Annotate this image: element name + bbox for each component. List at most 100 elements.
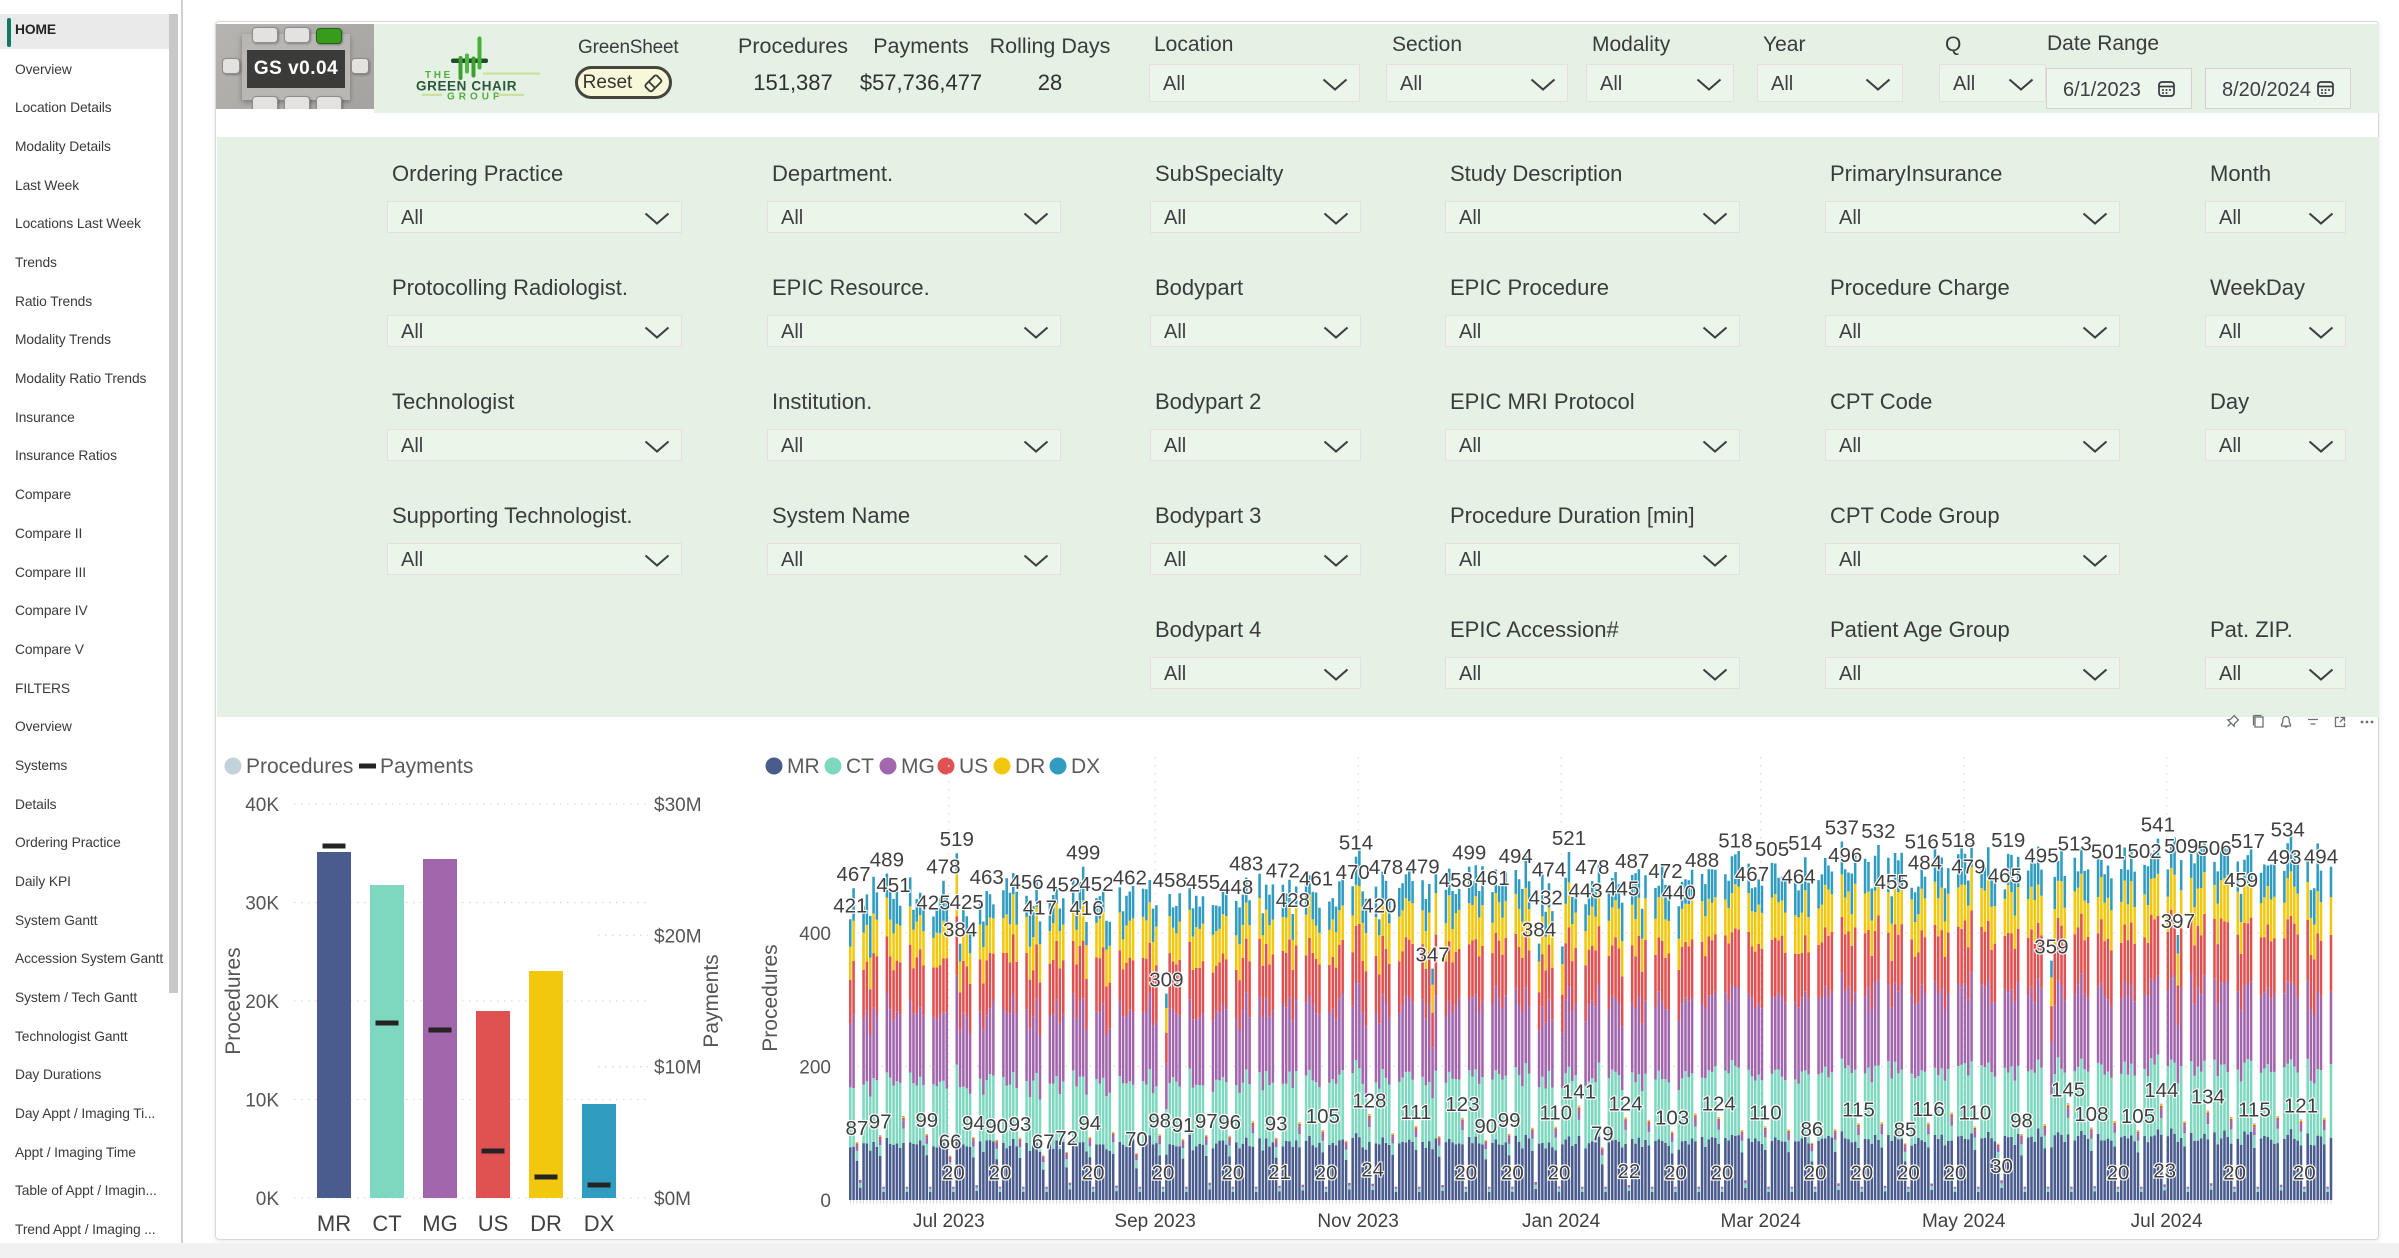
svg-text:20: 20 <box>1082 1162 1105 1185</box>
svg-text:DR: DR <box>1015 755 1045 778</box>
svg-text:20: 20 <box>1944 1162 1967 1185</box>
svg-text:20: 20 <box>1711 1162 1734 1185</box>
svg-text:110: 110 <box>1539 1102 1572 1125</box>
svg-text:347: 347 <box>1415 944 1449 967</box>
svg-text:397: 397 <box>2161 910 2195 933</box>
svg-text:462: 462 <box>1113 867 1147 890</box>
svg-text:400: 400 <box>799 924 831 945</box>
svg-text:516: 516 <box>1905 831 1939 854</box>
svg-text:22: 22 <box>1617 1160 1640 1183</box>
svg-text:519: 519 <box>1991 829 2025 852</box>
svg-text:474: 474 <box>1532 858 1566 881</box>
svg-text:99: 99 <box>1498 1109 1521 1132</box>
svg-text:458: 458 <box>1153 869 1187 892</box>
svg-text:134: 134 <box>2191 1086 2225 1109</box>
svg-text:464: 464 <box>1781 865 1815 888</box>
svg-text:534: 534 <box>2271 818 2305 841</box>
svg-text:110: 110 <box>1959 1102 1992 1125</box>
svg-text:479: 479 <box>1951 856 1985 879</box>
svg-text:CT: CT <box>846 755 874 778</box>
svg-text:519: 519 <box>940 828 974 851</box>
svg-text:384: 384 <box>1522 919 1556 942</box>
svg-text:98: 98 <box>1148 1109 1171 1132</box>
svg-text:20: 20 <box>942 1162 965 1185</box>
svg-text:20: 20 <box>1501 1162 1524 1185</box>
svg-text:20: 20 <box>1664 1162 1687 1185</box>
svg-text:425: 425 <box>950 891 984 914</box>
svg-text:200: 200 <box>799 1058 831 1079</box>
svg-text:97: 97 <box>869 1110 892 1133</box>
svg-text:20: 20 <box>1152 1162 1175 1185</box>
svg-text:20: 20 <box>2223 1162 2246 1185</box>
svg-text:518: 518 <box>1718 829 1752 852</box>
svg-text:478: 478 <box>1369 856 1403 879</box>
svg-text:499: 499 <box>1066 842 1100 865</box>
svg-text:20: 20 <box>2293 1162 2316 1185</box>
svg-text:US: US <box>959 755 988 778</box>
svg-text:66: 66 <box>939 1131 962 1154</box>
svg-text:Procedures: Procedures <box>759 944 782 1051</box>
svg-text:MG: MG <box>901 755 935 778</box>
svg-text:87: 87 <box>845 1117 868 1140</box>
svg-text:445: 445 <box>1605 878 1639 901</box>
svg-text:499: 499 <box>1452 842 1486 865</box>
svg-text:20: 20 <box>2107 1162 2130 1185</box>
svg-text:541: 541 <box>2141 814 2175 837</box>
svg-text:94: 94 <box>962 1112 985 1135</box>
svg-text:421: 421 <box>833 894 867 917</box>
svg-text:145: 145 <box>2051 1078 2085 1101</box>
svg-text:20: 20 <box>1315 1162 1338 1185</box>
svg-text:85: 85 <box>1894 1118 1917 1141</box>
svg-text:79: 79 <box>1591 1122 1614 1145</box>
svg-text:494: 494 <box>2304 846 2338 869</box>
svg-text:94: 94 <box>1078 1112 1101 1135</box>
svg-text:467: 467 <box>1735 863 1769 886</box>
svg-text:505: 505 <box>1755 838 1789 861</box>
svg-text:20: 20 <box>1897 1162 1920 1185</box>
svg-text:93: 93 <box>1009 1113 1032 1136</box>
svg-text:501: 501 <box>2091 841 2125 864</box>
svg-text:20: 20 <box>1804 1162 1827 1185</box>
svg-text:70: 70 <box>1125 1128 1148 1151</box>
svg-text:452: 452 <box>1046 873 1080 896</box>
svg-text:Mar 2024: Mar 2024 <box>1721 1211 1802 1232</box>
svg-text:455: 455 <box>1186 871 1220 894</box>
svg-text:425: 425 <box>916 892 950 915</box>
svg-text:110: 110 <box>1749 1101 1782 1124</box>
svg-text:93: 93 <box>1265 1113 1288 1136</box>
svg-text:521: 521 <box>1552 827 1586 850</box>
svg-text:494: 494 <box>1499 845 1533 868</box>
svg-text:416: 416 <box>1069 897 1103 920</box>
svg-text:115: 115 <box>2238 1099 2271 1122</box>
svg-text:116: 116 <box>1912 1098 1945 1121</box>
svg-text:417: 417 <box>1023 896 1057 919</box>
svg-text:20: 20 <box>1850 1162 1873 1185</box>
svg-text:493: 493 <box>2267 846 2301 869</box>
svg-text:495: 495 <box>2024 845 2058 868</box>
svg-text:502: 502 <box>2127 840 2161 863</box>
svg-text:420: 420 <box>1362 894 1396 917</box>
svg-text:459: 459 <box>2224 869 2258 892</box>
svg-text:115: 115 <box>1842 1099 1875 1122</box>
svg-text:479: 479 <box>1405 855 1439 878</box>
svg-text:465: 465 <box>1988 864 2022 887</box>
svg-text:30: 30 <box>1990 1155 2013 1178</box>
svg-text:470: 470 <box>1336 861 1370 884</box>
svg-text:23: 23 <box>2153 1159 2176 1182</box>
svg-text:Sep 2023: Sep 2023 <box>1114 1211 1195 1232</box>
svg-text:478: 478 <box>1575 856 1609 879</box>
svg-text:455: 455 <box>1875 871 1909 894</box>
svg-text:72: 72 <box>1055 1127 1078 1150</box>
svg-text:509: 509 <box>2164 835 2198 858</box>
svg-text:98: 98 <box>2010 1109 2033 1132</box>
svg-text:443: 443 <box>1568 879 1602 902</box>
svg-text:91: 91 <box>1172 1114 1195 1137</box>
svg-text:Nov 2023: Nov 2023 <box>1317 1211 1398 1232</box>
svg-text:451: 451 <box>876 874 910 897</box>
svg-text:384: 384 <box>943 919 977 942</box>
svg-text:456: 456 <box>1009 871 1043 894</box>
svg-text:517: 517 <box>2231 830 2265 853</box>
svg-text:121: 121 <box>2284 1095 2318 1118</box>
svg-text:24: 24 <box>1361 1159 1384 1182</box>
svg-text:May 2024: May 2024 <box>1922 1211 2006 1232</box>
